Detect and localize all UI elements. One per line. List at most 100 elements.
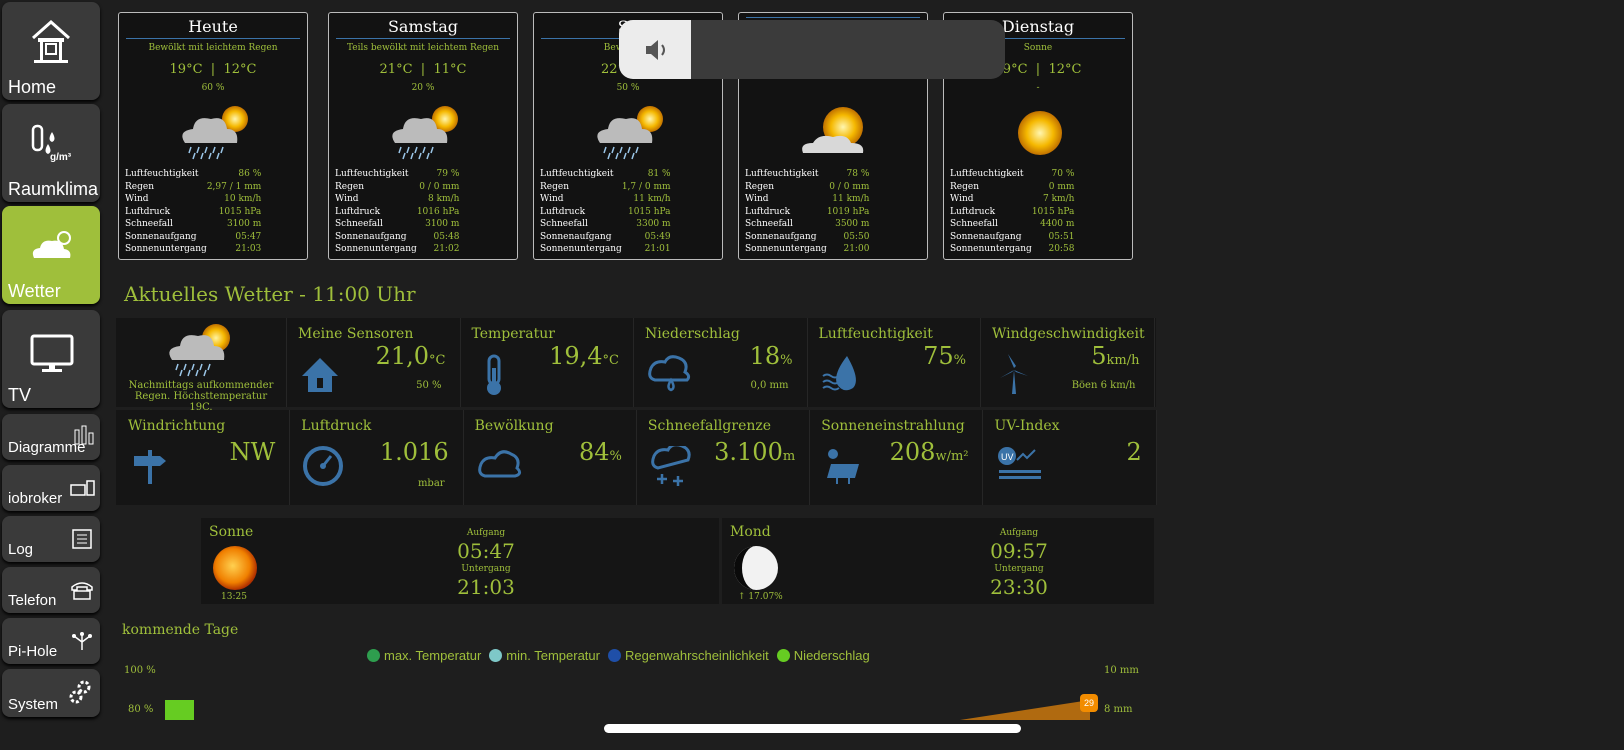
detail-value: 2,97 / 1 mm: [206, 181, 262, 192]
detail-value: 3300 m: [636, 219, 671, 230]
detail-row: Wind 11 km/h: [540, 193, 671, 206]
detail-label: Regen: [950, 181, 979, 192]
detail-value: 0 / 0 mm: [829, 181, 870, 192]
cloud-icon: [477, 450, 521, 478]
detail-label: Regen: [745, 181, 774, 192]
snow-cloud-icon: [651, 446, 691, 486]
tile-title: Windgeschwindigkeit: [992, 326, 1145, 342]
detail-value: 05:47: [235, 231, 262, 242]
moon-icon: [734, 546, 778, 590]
forecast-details: Luftfeuchtigkeit 70 % Regen 0 mm Wind 7 km/h L…: [950, 168, 1074, 256]
nav-system[interactable]: System: [2, 669, 100, 717]
detail-label: Sonnenaufgang: [540, 231, 612, 242]
detail-value: 21:00: [843, 244, 870, 255]
tile-unit: °C: [429, 353, 446, 368]
detail-value: 7 km/h: [1043, 194, 1075, 205]
detail-value: 1015 hPa: [627, 206, 671, 217]
tile-value-box: 19,4°C: [549, 342, 619, 370]
detail-row: Wind 7 km/h: [950, 193, 1074, 206]
temperature-marker: 29: [1080, 694, 1098, 712]
legend-dot: [607, 649, 621, 662]
tile-unit: w/m²: [935, 449, 969, 464]
y-axis-right-bottom: 8 mm: [1104, 704, 1133, 715]
weather-tile: Luftfeuchtigkeit 75%: [807, 318, 981, 407]
sun-cloud-icon: [802, 107, 864, 153]
forecast-temps: 19°C | 12°C: [119, 62, 307, 77]
nav-diagramme[interactable]: Diagramme: [2, 414, 100, 460]
forecast-min: 11°C: [433, 62, 467, 77]
nav-wetter[interactable]: Wetter: [2, 206, 100, 304]
legend-item[interactable]: max. Temperatur: [367, 648, 481, 663]
detail-value: 10 km/h: [224, 194, 262, 205]
detail-label: Luftfeuchtigkeit: [745, 169, 819, 180]
detail-value: 81 %: [647, 169, 671, 180]
tile-value-box: 21,0°C: [376, 342, 446, 370]
tile-value: 3.100: [714, 438, 783, 466]
detail-label: Luftdruck: [950, 206, 996, 217]
nav-telefon[interactable]: Telefon: [2, 567, 100, 613]
forecast-temps: 21°C | 11°C: [329, 62, 517, 77]
weather-tile: UV-Index UV 2: [983, 410, 1157, 505]
rain-cloud-sun-icon: [182, 106, 248, 160]
wind-turbine-icon: [1000, 354, 1028, 394]
detail-label: Schneefall: [950, 219, 998, 230]
current-heading: Aktuelles Wetter - 11:00 Uhr: [124, 282, 416, 306]
detail-value: 0 mm: [1048, 181, 1075, 192]
monitor-icon: [30, 334, 74, 372]
current-row-1: Nachmittags aufkommender Regen. Höchstte…: [116, 318, 1156, 413]
legend-item[interactable]: Niederschlag: [776, 648, 870, 663]
tile-title: Luftdruck: [301, 418, 372, 434]
tile-value: NW: [229, 438, 276, 466]
detail-value: 1019 hPa: [826, 206, 870, 217]
detail-label: Sonnenaufgang: [950, 231, 1022, 242]
detail-row: Luftdruck 1019 hPa: [745, 206, 869, 219]
detail-value: 05:51: [1048, 231, 1075, 242]
forecast-rain-chance: 50 %: [616, 83, 640, 93]
tile-title: Niederschlag: [645, 326, 740, 342]
detail-label: Luftdruck: [125, 206, 171, 217]
tile-value: 84: [578, 438, 610, 466]
detail-label: Sonnenuntergang: [745, 244, 827, 255]
detail-label: Wind: [745, 194, 769, 205]
legend-item[interactable]: min. Temperatur: [489, 648, 600, 663]
legend-label: Niederschlag: [793, 648, 870, 663]
forecast-min: 12°C: [223, 62, 257, 77]
nav-home[interactable]: Home: [2, 2, 100, 100]
weather-tile: Niederschlag 18% 0,0 mm: [633, 318, 808, 407]
nav-log[interactable]: Log: [2, 516, 100, 562]
summary-tile: Nachmittags aufkommender Regen. Höchstte…: [116, 318, 287, 413]
nav-iobroker[interactable]: iobroker: [2, 465, 100, 511]
temp-separator: |: [202, 62, 224, 77]
moon-phase: ↑ 17.07%: [738, 592, 783, 602]
forecast-details: Luftfeuchtigkeit 78 % Regen 0 / 0 mm Wind 11 …: [745, 168, 869, 256]
detail-label: Regen: [125, 181, 154, 192]
sun-time: 13:25: [221, 592, 247, 602]
forecast-details: Luftfeuchtigkeit 86 % Regen 2,97 / 1 mm Wind…: [125, 168, 261, 256]
legend-dot: [489, 649, 503, 662]
house-icon: [32, 19, 70, 63]
detail-label: Luftfeuchtigkeit: [950, 169, 1024, 180]
volume-overlay[interactable]: [619, 20, 1005, 79]
legend-item[interactable]: Regenwahrscheinlichkeit: [607, 648, 769, 663]
detail-value: 1016 hPa: [416, 206, 460, 217]
detail-value: 86 %: [238, 169, 262, 180]
uv-icon: UV: [997, 447, 1041, 479]
phone-icon: [71, 582, 93, 600]
legend-dot: [367, 649, 380, 662]
moonset-label: Untergang: [994, 564, 1044, 574]
nav-pihole[interactable]: Pi-Hole: [2, 618, 100, 664]
house-sensor-icon: [302, 358, 338, 392]
detail-label: Wind: [335, 194, 359, 205]
home-indicator[interactable]: [604, 724, 1021, 733]
forecast-max: 19°C: [169, 62, 203, 77]
detail-value: 78 %: [846, 169, 870, 180]
detail-value: 21:02: [433, 244, 460, 255]
detail-row: Luftfeuchtigkeit 78 %: [745, 168, 869, 181]
tile-value-box: 3.100m: [714, 438, 795, 466]
detail-label: Luftfeuchtigkeit: [540, 169, 614, 180]
nav-label: Home: [8, 77, 57, 97]
detail-row: Luftdruck 1015 hPa: [540, 206, 671, 219]
nav-tv[interactable]: TV: [2, 310, 100, 408]
nav-raumklima[interactable]: g/m³ Raumklima: [2, 104, 100, 202]
detail-label: Regen: [335, 181, 364, 192]
